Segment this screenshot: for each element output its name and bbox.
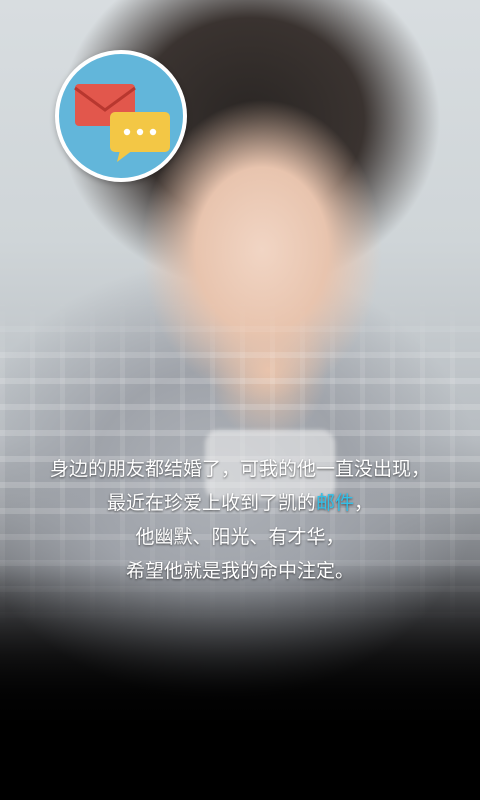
caption-line-2-suffix: ， <box>354 492 374 514</box>
mail-message-icon <box>55 50 187 182</box>
caption-line-2-prefix: 最近在珍爱上收到了凯的 <box>106 492 316 514</box>
mail-link-text: 邮件 <box>315 492 354 514</box>
caption-line-1: 身边的朋友都结婚了，可我的他一直没出现， <box>49 458 430 480</box>
splash-screen: 身边的朋友都结婚了，可我的他一直没出现， 最近在珍爱上收到了凯的邮件， 他幽默、… <box>0 0 480 800</box>
envelope-chat-icon <box>74 84 170 162</box>
story-caption: 身边的朋友都结婚了，可我的他一直没出现， 最近在珍爱上收到了凯的邮件， 他幽默、… <box>0 452 480 588</box>
bottom-gradient <box>0 560 480 800</box>
caption-line-3: 他幽默、阳光、有才华， <box>135 526 345 548</box>
caption-line-4: 希望他就是我的命中注定。 <box>125 560 354 582</box>
caption-line-2: 最近在珍爱上收到了凯的邮件， <box>0 486 480 520</box>
